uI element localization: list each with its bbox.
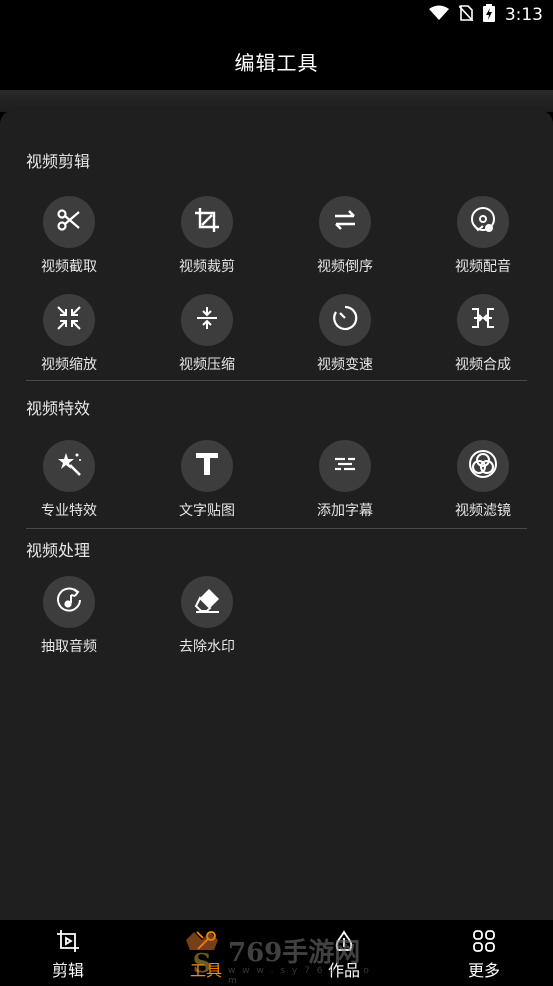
watermark-url: w w w . s y 7 6 9 . c o m <box>228 966 371 986</box>
crop-icon <box>194 207 220 237</box>
magic-wand-icon <box>55 450 83 482</box>
watermark-logo-icon: S <box>186 932 218 978</box>
tool-video-speed[interactable]: 视频变速 <box>295 294 395 374</box>
tool-remove-watermark[interactable]: 去除水印 <box>157 576 257 656</box>
tool-icon-circle <box>43 294 95 346</box>
tool-icon-circle <box>457 196 509 248</box>
tool-label: 专业特效 <box>41 503 97 519</box>
tool-video-trim[interactable]: 视频截取 <box>19 196 119 276</box>
tool-add-subtitle[interactable]: 添加字幕 <box>295 440 395 520</box>
tool-pro-effects[interactable]: 专业特效 <box>19 440 119 520</box>
subtitle-icon <box>331 450 359 482</box>
app-header: 编辑工具 <box>0 32 553 90</box>
tool-icon-circle <box>457 440 509 492</box>
tool-text-sticker[interactable]: 文字贴图 <box>157 440 257 520</box>
status-time: 3:13 <box>504 5 543 25</box>
tool-icon-circle <box>319 196 371 248</box>
tool-icon-circle <box>181 294 233 346</box>
scissors-icon <box>56 207 82 237</box>
tool-video-reverse[interactable]: 视频倒序 <box>295 196 395 276</box>
site-watermark: S 769手游网 w w w . s y 7 6 9 . c o m <box>180 928 380 986</box>
compress-icon <box>194 305 220 335</box>
tools-panel: 视频剪辑 视频截取 视频裁剪 视频倒序 视频配音 视频缩放 视频压缩 视频变速 … <box>0 110 553 920</box>
extract-audio-icon <box>55 586 83 618</box>
tab-label: 更多 <box>467 961 500 980</box>
tool-icon-circle <box>43 576 95 628</box>
page-title: 编辑工具 <box>234 50 319 75</box>
battery-icon <box>482 4 495 26</box>
tool-label: 视频缩放 <box>41 357 97 373</box>
status-bar: 3:13 <box>0 0 553 32</box>
section-divider <box>26 380 527 381</box>
tool-video-compress[interactable]: 视频压缩 <box>157 294 257 374</box>
tab-label: 剪辑 <box>51 961 84 980</box>
tool-icon-circle <box>319 294 371 346</box>
tool-label: 文字贴图 <box>179 503 235 519</box>
section-title-video-edit: 视频剪辑 <box>26 152 91 171</box>
text-t-icon <box>193 450 221 482</box>
tool-video-crop[interactable]: 视频裁剪 <box>157 196 257 276</box>
section-title-video-processing: 视频处理 <box>26 541 91 560</box>
speed-timer-icon <box>331 304 359 336</box>
header-shadow <box>0 90 553 112</box>
tool-video-dubbing[interactable]: 视频配音 <box>433 196 533 276</box>
tool-icon-circle <box>181 576 233 628</box>
tool-label: 视频压缩 <box>179 357 235 373</box>
tool-video-scale[interactable]: 视频缩放 <box>19 294 119 374</box>
merge-icon <box>470 305 496 335</box>
tool-video-filter[interactable]: 视频滤镜 <box>433 440 533 520</box>
tool-label: 视频合成 <box>455 357 511 373</box>
grid-more-icon <box>472 929 496 953</box>
watermark-text: 769手游网 <box>228 938 361 968</box>
tool-video-merge[interactable]: 视频合成 <box>433 294 533 374</box>
tool-icon-circle <box>181 440 233 492</box>
tool-extract-audio[interactable]: 抽取音频 <box>19 576 119 656</box>
shrink-icon <box>56 305 82 335</box>
tab-more[interactable]: 更多 <box>439 921 529 983</box>
svg-text:S: S <box>193 949 212 978</box>
tool-icon-circle <box>181 196 233 248</box>
swap-arrows-icon <box>332 207 358 237</box>
wifi-icon <box>428 5 449 25</box>
tool-icon-circle <box>457 294 509 346</box>
tool-icon-circle <box>43 196 95 248</box>
dubbing-icon <box>469 206 497 238</box>
eraser-icon <box>193 586 221 618</box>
tool-label: 视频截取 <box>41 259 97 275</box>
tool-label: 添加字幕 <box>317 503 373 519</box>
no-sim-icon <box>458 5 474 25</box>
tab-edit[interactable]: 剪辑 <box>23 921 113 983</box>
tool-label: 抽取音频 <box>41 639 97 655</box>
section-title-video-effects: 视频特效 <box>26 399 91 418</box>
crop-frame-icon <box>56 929 80 953</box>
tool-icon-circle <box>43 440 95 492</box>
tool-label: 去除水印 <box>179 639 235 655</box>
tool-label: 视频裁剪 <box>179 259 235 275</box>
section-divider <box>26 528 527 529</box>
tool-label: 视频倒序 <box>317 259 373 275</box>
tool-icon-circle <box>319 440 371 492</box>
tool-label: 视频配音 <box>455 259 511 275</box>
tool-label: 视频变速 <box>317 357 373 373</box>
tool-label: 视频滤镜 <box>455 503 511 519</box>
filter-circles-icon <box>468 449 498 483</box>
